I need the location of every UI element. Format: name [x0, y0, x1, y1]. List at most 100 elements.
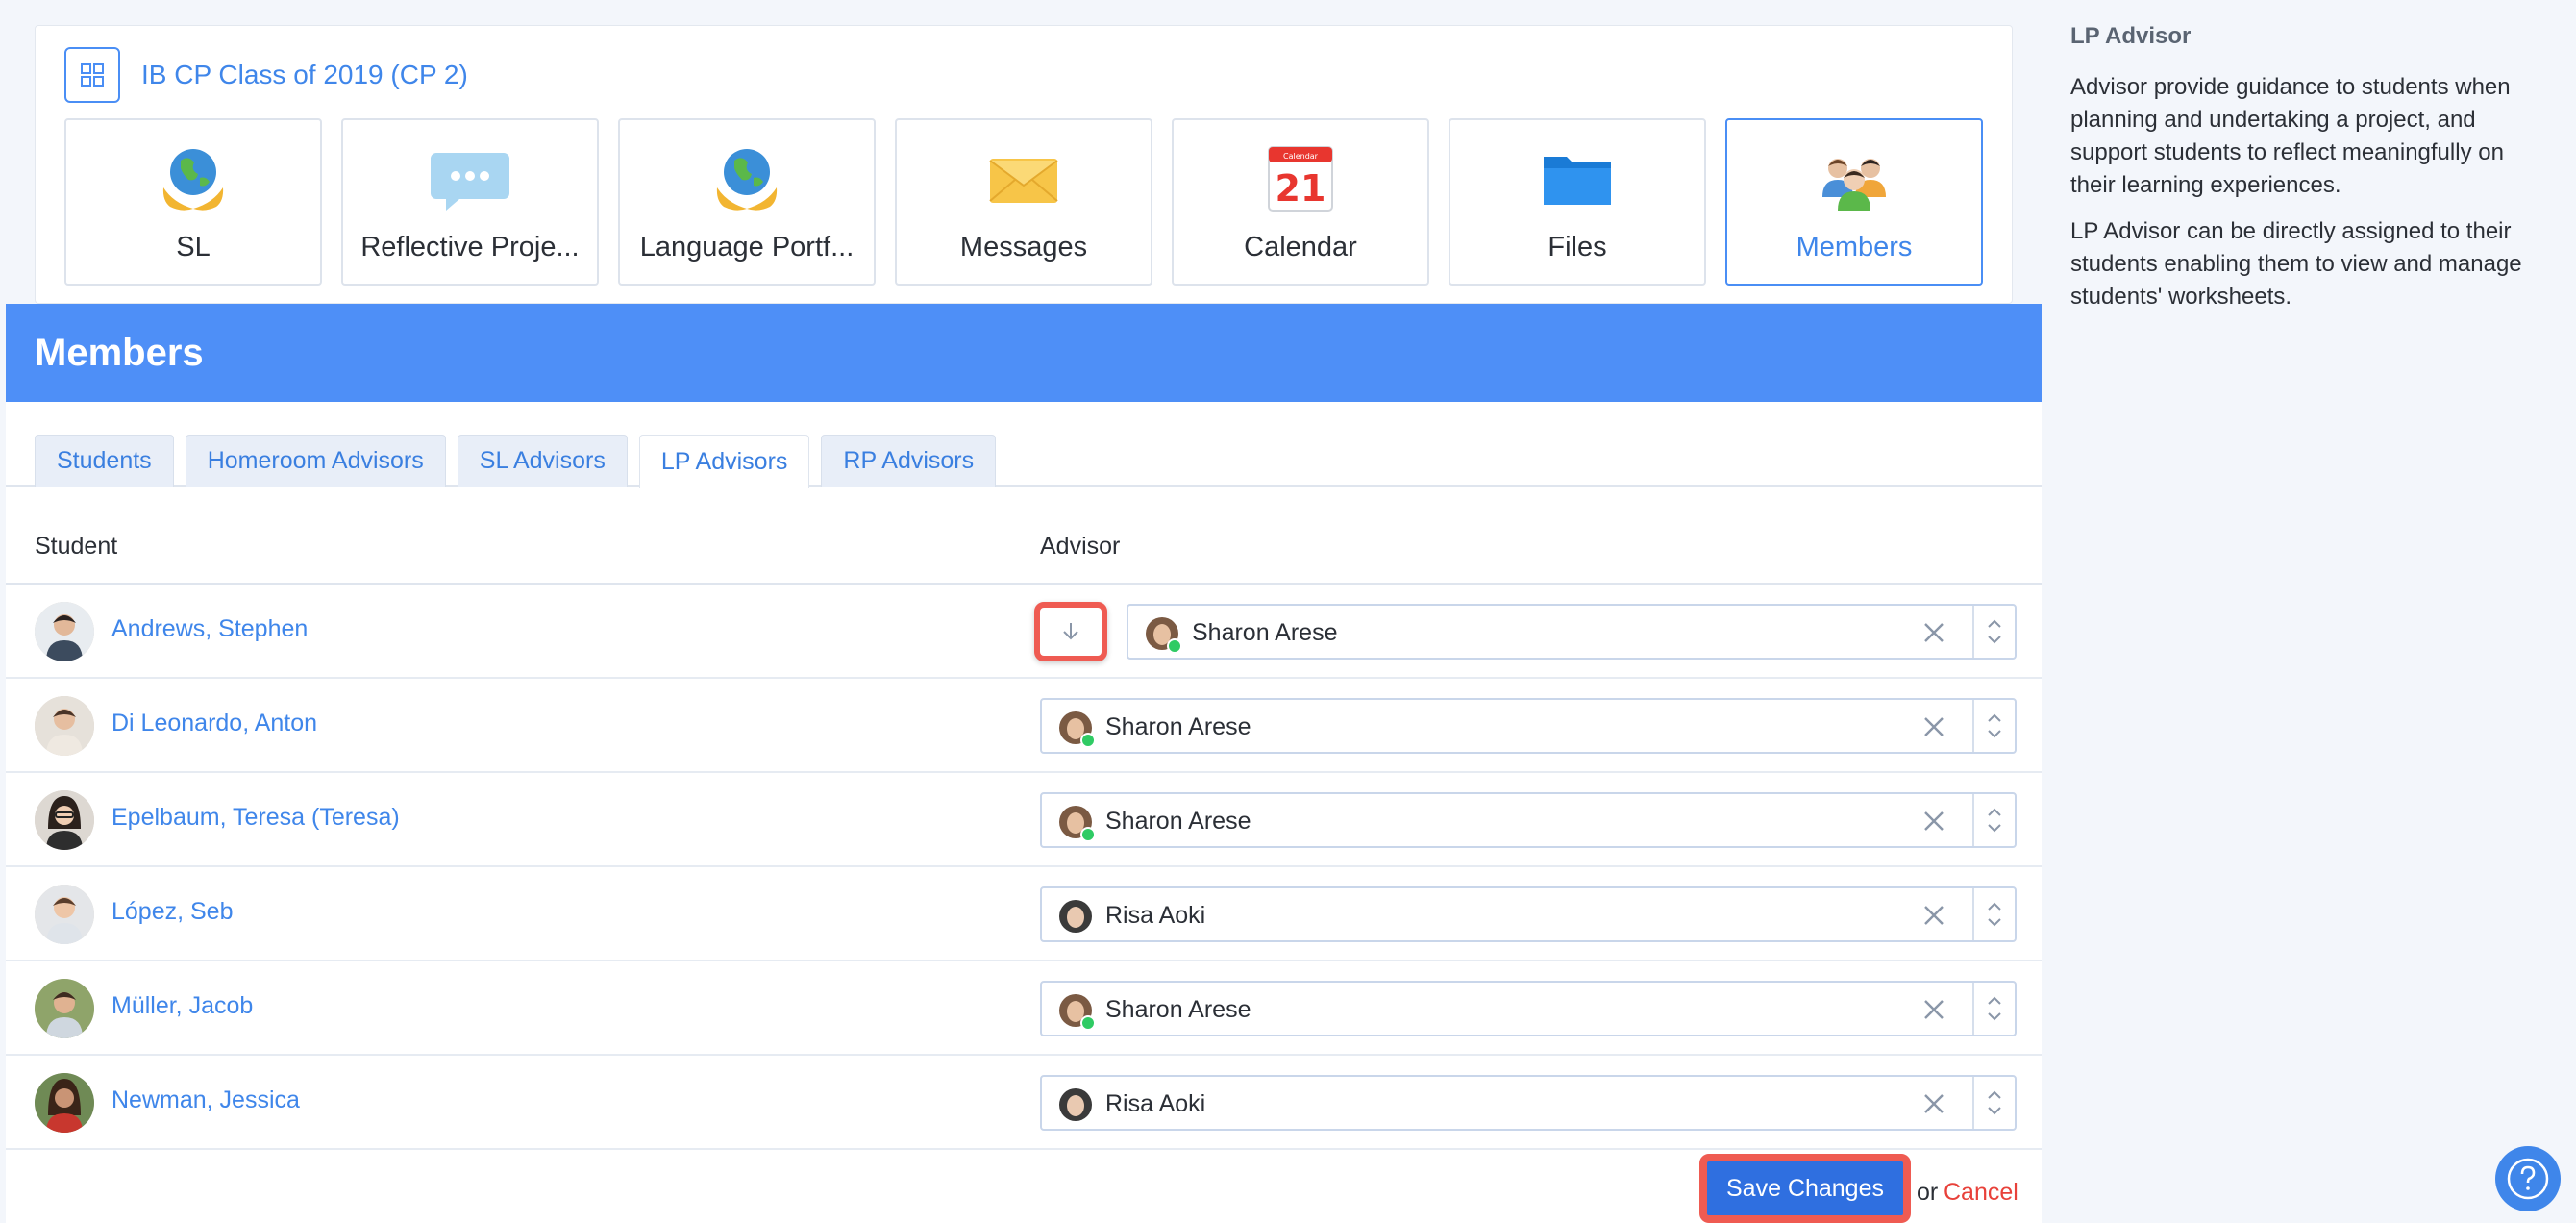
advisor-select[interactable]: Risa Aoki: [1040, 886, 2017, 942]
help-button[interactable]: [2495, 1146, 2561, 1211]
student-name-link[interactable]: Newman, Jessica: [111, 1086, 300, 1114]
calendar-icon: Calendar 21: [1261, 139, 1340, 218]
members-header: Members: [6, 304, 2042, 402]
tile-language-portfolio[interactable]: Language Portf...: [618, 118, 876, 286]
copy-down-button[interactable]: [1034, 602, 1107, 661]
student-name-link[interactable]: Andrews, Stephen: [111, 615, 308, 643]
cancel-link[interactable]: Cancel: [1944, 1179, 2019, 1207]
tab-students[interactable]: Students: [35, 435, 174, 487]
advisor-select[interactable]: Sharon Arese: [1127, 604, 2017, 660]
calendar-header-text: Calendar: [1283, 152, 1319, 161]
tab-rp-advisors[interactable]: RP Advisors: [821, 435, 997, 487]
up-down-arrows-icon[interactable]: [1984, 992, 2005, 1025]
globe-hands-icon: [707, 139, 786, 218]
avatar: [35, 602, 94, 661]
avatar: [35, 696, 94, 756]
tile-files[interactable]: Files: [1449, 118, 1706, 286]
apps-grid-button[interactable]: [64, 47, 120, 103]
table-row: Andrews, Stephen Sharon Arese: [6, 585, 2042, 679]
avatar: [35, 885, 94, 944]
clear-icon[interactable]: [1920, 1090, 1947, 1117]
online-status-dot: [1080, 1015, 1096, 1031]
grid-icon: [81, 63, 104, 87]
class-tools: SL Reflective Proje... Language Portf...…: [64, 118, 1983, 286]
members-panel: Members Students Homeroom Advisors SL Ad…: [6, 304, 2042, 1223]
calendar-day-text: 21: [1276, 167, 1326, 210]
online-status-dot: [1080, 733, 1096, 748]
clear-icon[interactable]: [1920, 713, 1947, 740]
select-divider: [1972, 983, 1974, 1035]
tile-label: Reflective Proje...: [360, 232, 580, 262]
clear-icon[interactable]: [1920, 619, 1947, 646]
online-status-dot: [1080, 827, 1096, 842]
up-down-arrows-icon[interactable]: [1984, 804, 2005, 836]
student-name-link[interactable]: Di Leonardo, Anton: [111, 710, 317, 737]
up-down-arrows-icon[interactable]: [1984, 615, 2005, 648]
info-title: LP Advisor: [2070, 23, 2192, 49]
members-title: Members: [35, 331, 204, 374]
clear-icon[interactable]: [1920, 902, 1947, 929]
select-divider: [1972, 700, 1974, 752]
arrow-down-icon: [1063, 623, 1078, 640]
select-divider: [1972, 606, 1974, 658]
advisor-avatar: [1059, 1088, 1092, 1121]
tile-label: Calendar: [1244, 232, 1357, 262]
student-name-link[interactable]: López, Seb: [111, 898, 234, 926]
avatar: [35, 1073, 94, 1133]
advisor-select[interactable]: Sharon Arese: [1040, 698, 2017, 754]
avatar: [35, 979, 94, 1038]
advisor-name: Sharon Arese: [1192, 619, 1338, 646]
clear-icon[interactable]: [1920, 996, 1947, 1023]
member-tabs-bar: Students Homeroom Advisors SL Advisors L…: [6, 402, 2042, 488]
student-name-link[interactable]: Epelbaum, Teresa (Teresa): [111, 804, 400, 832]
table-row: López, Seb Risa Aoki: [6, 867, 2042, 961]
tile-calendar[interactable]: Calendar 21 Calendar: [1172, 118, 1429, 286]
select-divider: [1972, 794, 1974, 846]
table-row: Epelbaum, Teresa (Teresa) Sharon Arese: [6, 773, 2042, 867]
class-card: IB CP Class of 2019 (CP 2) SL Reflective…: [35, 25, 2013, 304]
table-row: Newman, Jessica Risa Aoki: [6, 1056, 2042, 1150]
tile-label: SL: [176, 232, 211, 262]
folder-icon: [1538, 139, 1617, 218]
select-divider: [1972, 1077, 1974, 1129]
avatar: [35, 790, 94, 850]
table-row: Müller, Jacob Sharon Arese: [6, 961, 2042, 1056]
info-paragraph: Advisor provide guidance to students whe…: [2070, 74, 2511, 198]
tile-messages[interactable]: Messages: [895, 118, 1152, 286]
advisor-name: Sharon Arese: [1105, 808, 1251, 835]
up-down-arrows-icon[interactable]: [1984, 898, 2005, 931]
advisor-avatar: [1059, 806, 1096, 842]
advisor-name: Risa Aoki: [1105, 902, 1206, 929]
advisor-select[interactable]: Sharon Arese: [1040, 792, 2017, 848]
people-group-icon: [1815, 139, 1894, 218]
tile-label: Messages: [959, 232, 1088, 262]
globe-hands-icon: [154, 139, 233, 218]
table-row: Di Leonardo, Anton Sharon Arese: [6, 679, 2042, 773]
tile-sl[interactable]: SL: [64, 118, 322, 286]
column-header-advisor: Advisor: [1040, 533, 1121, 560]
tab-lp-advisors[interactable]: LP Advisors: [638, 435, 810, 488]
advisor-avatar: [1059, 900, 1092, 933]
envelope-icon: [984, 139, 1063, 218]
speech-bubble-icon: [431, 139, 509, 218]
tab-homeroom-advisors[interactable]: Homeroom Advisors: [185, 435, 446, 487]
clear-icon[interactable]: [1920, 808, 1947, 835]
up-down-arrows-icon[interactable]: [1984, 710, 2005, 742]
tile-members[interactable]: Members: [1725, 118, 1983, 286]
column-header-student: Student: [35, 533, 118, 560]
advisor-avatar: [1146, 617, 1182, 654]
advisor-info-panel: LP Advisor Advisor provide guidance to s…: [2070, 23, 2551, 327]
tile-label: Language Portf...: [639, 232, 855, 262]
advisor-select[interactable]: Sharon Arese: [1040, 981, 2017, 1036]
class-title[interactable]: IB CP Class of 2019 (CP 2): [141, 60, 468, 90]
up-down-arrows-icon[interactable]: [1984, 1086, 2005, 1119]
save-changes-button[interactable]: Save Changes: [1699, 1154, 1911, 1223]
advisor-name: Sharon Arese: [1105, 996, 1251, 1023]
advisor-avatar: [1059, 711, 1096, 748]
student-name-link[interactable]: Müller, Jacob: [111, 992, 253, 1020]
tab-sl-advisors[interactable]: SL Advisors: [457, 435, 628, 487]
tile-reflective-project[interactable]: Reflective Proje...: [341, 118, 599, 286]
select-divider: [1972, 888, 1974, 940]
tile-label: Members: [1796, 232, 1913, 262]
advisor-select[interactable]: Risa Aoki: [1040, 1075, 2017, 1131]
